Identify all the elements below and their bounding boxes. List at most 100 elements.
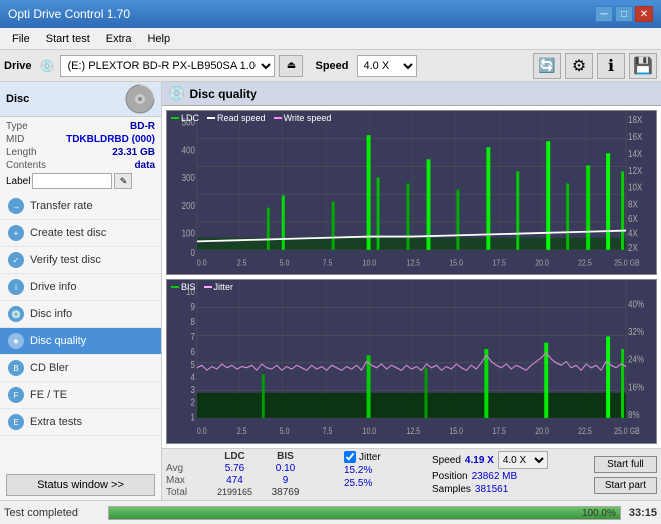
minimize-button[interactable]: ─: [595, 6, 613, 22]
sidebar-item-transfer-rate[interactable]: → Transfer rate: [0, 193, 161, 220]
top-chart-legend: LDC Read speed Write speed: [171, 113, 331, 123]
progress-fill: [109, 507, 620, 519]
legend-read-speed: Read speed: [207, 113, 266, 123]
refresh-button[interactable]: 🔄: [533, 53, 561, 79]
drive-toolbar: Drive 💿 (E:) PLEXTOR BD-R PX-LB950SA 1.0…: [0, 50, 661, 82]
disc-length-row: Length 23.31 GB: [6, 147, 155, 158]
svg-text:17.5: 17.5: [492, 258, 506, 268]
content-title: Disc quality: [189, 87, 256, 101]
time-display: 33:15: [629, 507, 657, 519]
nav-label: CD Bler: [30, 362, 69, 374]
speed-val: 4.19 X: [465, 455, 494, 466]
drive-info-icon: i: [8, 279, 24, 295]
disc-label-row: Label ✎: [6, 173, 155, 189]
sidebar-item-drive-info[interactable]: i Drive info: [0, 274, 161, 301]
speed-result-select[interactable]: 4.0 X: [498, 451, 548, 469]
svg-text:0: 0: [190, 247, 195, 258]
sidebar-item-extra-tests[interactable]: E Extra tests: [0, 409, 161, 436]
svg-text:10.0: 10.0: [363, 258, 377, 268]
app-title: Opti Drive Control 1.70: [8, 7, 130, 21]
content-disc-icon: 💿: [168, 85, 185, 102]
svg-text:22.5: 22.5: [578, 426, 592, 436]
nav-list: → Transfer rate + Create test disc ✓ Ver…: [0, 193, 161, 436]
max-ldc-val: 474: [207, 475, 262, 486]
menu-extra[interactable]: Extra: [98, 31, 140, 47]
sidebar-item-disc-quality[interactable]: ★ Disc quality: [0, 328, 161, 355]
main-area: Disc Type BD-R MID TDKBLDRBD (000) Lengt…: [0, 82, 661, 500]
svg-text:12.5: 12.5: [407, 258, 421, 268]
sidebar-item-create-test-disc[interactable]: + Create test disc: [0, 220, 161, 247]
read-speed-dot: [207, 117, 215, 119]
svg-text:2X: 2X: [628, 242, 638, 253]
sidebar-item-verify-test-disc[interactable]: ✓ Verify test disc: [0, 247, 161, 274]
nav-label: Create test disc: [30, 227, 106, 239]
eject-button[interactable]: ⏏: [279, 55, 303, 77]
start-full-button[interactable]: Start full: [594, 456, 657, 473]
menu-start-test[interactable]: Start test: [38, 31, 98, 47]
position-label: Position: [432, 471, 468, 482]
top-chart-svg: 500 400 300 200 100 0 18X 16X 14X 12X 10…: [167, 111, 656, 274]
info-button[interactable]: ℹ: [597, 53, 625, 79]
stats-total-row: Total 2199165 38769: [166, 487, 336, 498]
type-val: BD-R: [130, 121, 155, 132]
create-test-disc-icon: +: [8, 225, 24, 241]
svg-text:5.0: 5.0: [280, 426, 290, 436]
svg-text:40%: 40%: [628, 299, 644, 310]
contents-label: Contents: [6, 160, 46, 171]
svg-text:25.0 GB: 25.0 GB: [614, 258, 640, 268]
mid-label: MID: [6, 134, 24, 145]
svg-text:15.0: 15.0: [449, 258, 463, 268]
jitter-dot: [204, 286, 212, 288]
svg-text:7: 7: [190, 331, 194, 342]
menu-help[interactable]: Help: [139, 31, 178, 47]
sidebar-item-disc-info[interactable]: 💿 Disc info: [0, 301, 161, 328]
bis-header: BIS: [263, 451, 308, 462]
label-label: Label: [6, 176, 30, 187]
speed-position-section: Speed 4.19 X 4.0 X Position 23862 MB Sam…: [432, 451, 562, 498]
svg-text:10.0: 10.0: [363, 426, 377, 436]
close-button[interactable]: ✕: [635, 6, 653, 22]
charts-container: LDC Read speed Write speed: [162, 106, 661, 448]
sidebar-item-fe-te[interactable]: F FE / TE: [0, 382, 161, 409]
max-label: Max: [166, 475, 206, 486]
stats-bar: LDC BIS Avg 5.76 0.10 Max 474 9 Total 21…: [162, 448, 661, 500]
svg-text:17.5: 17.5: [492, 426, 506, 436]
jitter-section: Jitter 15.2% 25.5%: [344, 451, 424, 498]
transfer-rate-icon: →: [8, 198, 24, 214]
label-set-button[interactable]: ✎: [114, 173, 132, 189]
svg-text:200: 200: [182, 200, 195, 211]
position-row: Position 23862 MB: [432, 471, 562, 482]
start-part-button[interactable]: Start part: [594, 477, 657, 494]
status-window-button[interactable]: Status window >>: [6, 474, 155, 496]
svg-text:4X: 4X: [628, 228, 638, 239]
length-label: Length: [6, 147, 37, 158]
svg-text:2.5: 2.5: [237, 426, 247, 436]
svg-text:300: 300: [182, 172, 195, 183]
speed-label: Speed: [315, 60, 348, 72]
svg-text:6: 6: [190, 346, 194, 357]
total-bis-val: 38769: [263, 487, 308, 498]
svg-text:7.5: 7.5: [323, 426, 333, 436]
stats-table: LDC BIS Avg 5.76 0.10 Max 474 9 Total 21…: [166, 451, 336, 498]
drive-select[interactable]: (E:) PLEXTOR BD-R PX-LB950SA 1.06: [60, 55, 275, 77]
sidebar: Disc Type BD-R MID TDKBLDRBD (000) Lengt…: [0, 82, 162, 500]
svg-text:32%: 32%: [628, 326, 644, 337]
label-input[interactable]: [32, 173, 112, 189]
svg-text:9: 9: [190, 301, 194, 312]
bottom-chart: BIS Jitter: [166, 279, 657, 444]
maximize-button[interactable]: □: [615, 6, 633, 22]
speed-select[interactable]: 4.0 X: [357, 55, 417, 77]
bottom-chart-svg: 10 9 8 7 6 5 4 3 2 1 40% 32% 24% 16% 8%: [167, 280, 656, 443]
settings-button[interactable]: ⚙: [565, 53, 593, 79]
save-button[interactable]: 💾: [629, 53, 657, 79]
disc-info-panel: Type BD-R MID TDKBLDRBD (000) Length 23.…: [0, 117, 161, 193]
menu-file[interactable]: File: [4, 31, 38, 47]
jitter-label: Jitter: [359, 452, 381, 463]
jitter-checkbox[interactable]: [344, 451, 356, 463]
disc-info-icon: 💿: [8, 306, 24, 322]
disc-type-row: Type BD-R: [6, 121, 155, 132]
svg-text:400: 400: [182, 145, 195, 156]
sidebar-item-cd-bler[interactable]: B CD Bler: [0, 355, 161, 382]
stats-spacer: [570, 451, 586, 498]
svg-text:24%: 24%: [628, 354, 644, 365]
